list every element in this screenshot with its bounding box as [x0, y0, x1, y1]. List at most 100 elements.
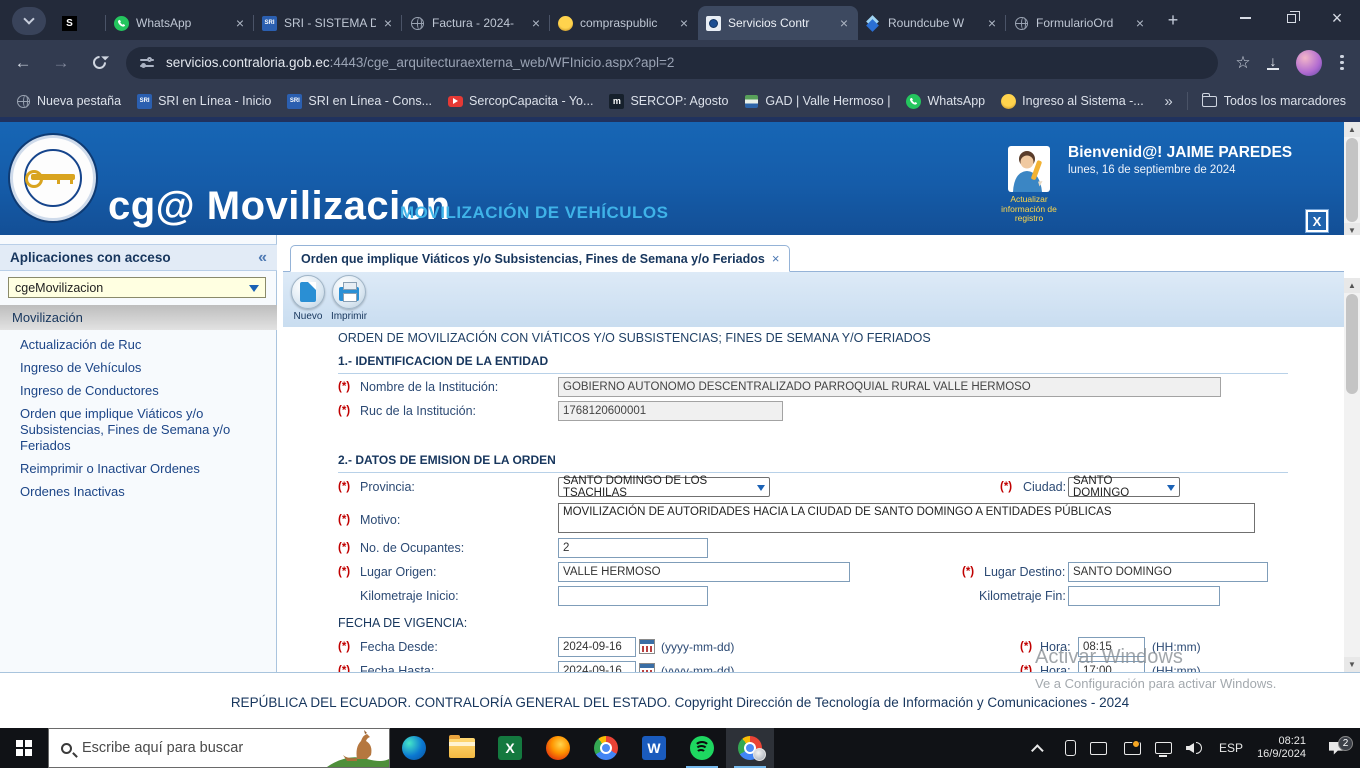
lugar-destino-input[interactable] [1068, 562, 1268, 582]
user-avatar[interactable] [1008, 146, 1050, 192]
scrollbar-thumb[interactable] [1346, 138, 1358, 222]
taskbar-excel[interactable]: X [486, 728, 534, 768]
fecha-hasta-input[interactable] [558, 661, 636, 672]
tab-close-icon[interactable]: × [382, 15, 394, 31]
content-scrollbar[interactable]: ▲ ▼ [1344, 278, 1360, 672]
bookmark-sercopcapacita[interactable]: SercopCapacita - Yo... [448, 94, 593, 109]
browser-tab-factura[interactable]: Factura - 2024- × [401, 6, 550, 40]
application-select[interactable]: cgeMovilizacion [8, 277, 266, 298]
taskbar-clock[interactable]: 08:21 16/9/2024 [1257, 735, 1306, 761]
chevron-down-icon [757, 484, 765, 495]
update-status-icon[interactable] [1090, 739, 1142, 755]
tab-close-icon[interactable]: × [838, 15, 850, 31]
new-tab-button[interactable]: + [1160, 7, 1186, 33]
scroll-down-icon[interactable]: ▼ [1344, 657, 1360, 672]
tab-close-icon[interactable]: × [986, 15, 998, 31]
address-bar[interactable]: servicios.contraloria.gob.ec:4443/cge_ar… [126, 46, 1218, 79]
browser-tab-sri[interactable]: SRI SRI - SISTEMA D × [253, 6, 402, 40]
calendar-icon[interactable] [639, 663, 655, 672]
downloads-icon[interactable]: ↓ [1258, 54, 1288, 70]
lugar-origen-input[interactable] [558, 562, 850, 582]
window-minimize-button[interactable] [1222, 0, 1268, 36]
browser-tab-compraspublicas[interactable]: compraspublic × [549, 6, 698, 40]
tray-expand-icon[interactable] [1031, 743, 1044, 757]
all-bookmarks-label[interactable]: Todos los marcadores [1224, 94, 1346, 108]
ruc-institucion-input[interactable] [558, 401, 783, 421]
sidebar-group-movilizacion[interactable]: Movilización [0, 305, 277, 330]
tab-close-icon[interactable]: × [1134, 15, 1146, 31]
document-tab[interactable]: Orden que implique Viáticos y/o Subsiste… [290, 245, 791, 272]
scrollbar-thumb[interactable] [1346, 294, 1358, 394]
browser-tab-pinned[interactable]: S [54, 6, 106, 40]
header-frame-scrollbar[interactable]: ▲ ▼ [1344, 122, 1360, 240]
your-phone-icon[interactable] [1065, 740, 1077, 756]
sidebar-item-reimprimir-inactivar[interactable]: Reimprimir o Inactivar Ordenes [20, 461, 262, 477]
bookmark-star-icon[interactable]: ☆ [1228, 53, 1258, 73]
back-button[interactable]: ← [8, 48, 38, 78]
forward-button[interactable]: → [46, 48, 76, 78]
bookmark-gad-valle-hermoso[interactable]: GAD | Valle Hermoso | [744, 94, 890, 109]
browser-tab-servicios-active[interactable]: Servicios Contr × [698, 6, 858, 40]
window-restore-button[interactable] [1268, 0, 1314, 36]
avatar-caption[interactable]: Actualizar información de registro [996, 194, 1062, 224]
taskbar-word[interactable]: W [630, 728, 678, 768]
ciudad-value: SANTO DOMINGO [1073, 475, 1130, 499]
app-subtitle: MOVILIZACIÓN DE VEHÍCULOS [400, 203, 669, 222]
browser-profile-avatar[interactable] [1296, 49, 1322, 76]
tab-close-icon[interactable]: × [234, 15, 246, 31]
taskbar-spotify[interactable] [678, 728, 726, 768]
sidebar-item-actualizacion-ruc[interactable]: Actualización de Ruc [20, 337, 262, 353]
bookmark-ingreso-sistema[interactable]: Ingreso al Sistema -... [1001, 93, 1144, 109]
bookmark-whatsapp[interactable]: WhatsApp [906, 93, 985, 109]
whatsapp-icon [906, 93, 922, 109]
sidebar-item-ingreso-vehiculos[interactable]: Ingreso de Vehículos [20, 360, 262, 376]
sidebar-item-orden-viaticos[interactable]: Orden que implique Viáticos y/o Subsiste… [20, 406, 262, 454]
provincia-select[interactable]: SANTO DOMINGO DE LOS TSACHILAS [558, 475, 770, 499]
bookmark-sri-inicio[interactable]: SRI SRI en Línea - Inicio [137, 93, 271, 109]
ciudad-select[interactable]: SANTO DOMINGO [1068, 475, 1180, 499]
bookmarks-overflow-icon[interactable]: » [1164, 93, 1172, 110]
ocupantes-input[interactable] [558, 538, 708, 558]
taskbar-file-explorer[interactable] [438, 728, 486, 768]
browser-tab-formulario[interactable]: FormularioOrd × [1005, 6, 1154, 40]
fecha-desde-input[interactable] [558, 637, 636, 657]
taskbar-search-box[interactable]: Escribe aquí para buscar [48, 728, 390, 768]
motivo-textarea[interactable]: MOVILIZACIÓN DE AUTORIDADES HACIA LA CIU… [558, 503, 1255, 533]
kilometraje-fin-input[interactable] [1068, 586, 1220, 606]
scroll-up-icon[interactable]: ▲ [1344, 278, 1360, 293]
section-1-header: 1.- IDENTIFICACION DE LA ENTIDAD [338, 354, 1288, 374]
tab-close-icon[interactable]: × [530, 15, 542, 31]
session-close-button[interactable]: X [1305, 209, 1329, 233]
taskbar-chrome-active[interactable] [726, 728, 774, 768]
taskbar-edge[interactable] [390, 728, 438, 768]
bookmark-sri-consultas[interactable]: SRI SRI en Línea - Cons... [287, 93, 432, 109]
bookmark-sercop-agosto[interactable]: m SERCOP: Agosto [609, 93, 728, 109]
sidebar-item-ordenes-inactivas[interactable]: Ordenes Inactivas [20, 484, 262, 500]
nuevo-button[interactable]: Nuevo [288, 275, 328, 322]
start-button[interactable] [0, 728, 48, 768]
tab-close-icon[interactable]: × [678, 15, 690, 31]
tab-search-icon[interactable] [12, 7, 46, 35]
sidebar-item-ingreso-conductores[interactable]: Ingreso de Conductores [20, 383, 262, 399]
browser-tab-roundcube[interactable]: Roundcube W × [858, 6, 1006, 40]
language-indicator[interactable]: ESP [1219, 741, 1243, 755]
browser-tab-whatsapp[interactable]: WhatsApp × [105, 6, 254, 40]
kilometraje-inicio-input[interactable] [558, 586, 708, 606]
collapse-sidebar-icon[interactable]: « [258, 249, 267, 267]
imprimir-button[interactable]: Imprimir [329, 275, 369, 322]
document-tab-close-icon[interactable]: × [772, 251, 780, 266]
calendar-icon[interactable] [639, 639, 655, 654]
bookmark-nueva-pestana[interactable]: Nueva pestaña [16, 94, 121, 109]
reload-button[interactable] [84, 48, 114, 78]
notification-center-button[interactable]: 2 [1318, 735, 1356, 755]
site-settings-icon[interactable] [140, 56, 154, 69]
window-close-button[interactable]: × [1314, 0, 1360, 36]
nombre-institucion-input[interactable] [558, 377, 1221, 397]
search-highlight-kangaroo-image[interactable] [327, 729, 389, 767]
taskbar-firefox[interactable] [534, 728, 582, 768]
scroll-up-icon[interactable]: ▲ [1344, 122, 1360, 137]
network-icon[interactable] [1155, 742, 1173, 757]
taskbar-chrome[interactable] [582, 728, 630, 768]
browser-menu-icon[interactable] [1330, 54, 1354, 71]
volume-icon[interactable] [1186, 742, 1203, 754]
